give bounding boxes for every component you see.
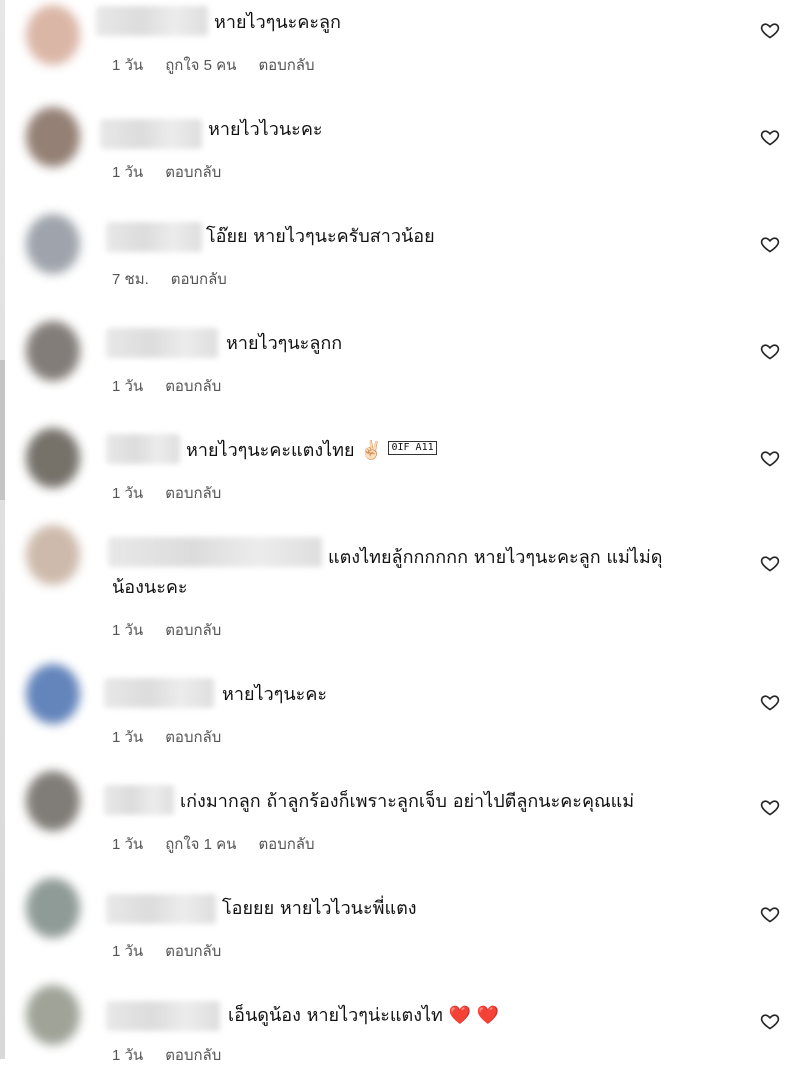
- reply-button[interactable]: ตอบกลับ: [165, 622, 221, 639]
- comment-meta: 1 วัน ตอบกลับ: [112, 1043, 243, 1067]
- comment-text: เก่งมากลูก ถ้าลูกร้องก็เพราะลูกเจ็บ อย่า…: [180, 791, 635, 812]
- username-redacted[interactable]: [100, 119, 202, 149]
- comment-meta: 1 วัน ตอบกลับ: [112, 939, 243, 963]
- timestamp: 1 วัน: [112, 836, 144, 853]
- missing-glyph-icon: 0IF A11: [388, 441, 437, 455]
- timestamp: 1 วัน: [112, 943, 144, 960]
- comment-text: โอ๊ยย หายไวๆนะครับสาวน้อย: [206, 226, 435, 247]
- comment-text: หายไวๆนะคะแตงไทย ✌🏻 0IF A11: [186, 436, 437, 466]
- timestamp: 1 วัน: [112, 729, 144, 746]
- comment-text: หายไวๆนะคะ: [222, 684, 328, 705]
- comment-text: โอยยย หายไวไวนะพี่แตง: [222, 898, 417, 919]
- heart-icon[interactable]: [760, 448, 780, 468]
- timestamp: 1 วัน: [112, 485, 144, 502]
- comment-text: หายไวๆนะคะลูก: [214, 12, 341, 33]
- comment-meta: 1 วัน ตอบกลับ: [112, 618, 243, 642]
- timestamp: 1 วัน: [112, 1047, 144, 1064]
- comment-text-continued: น้องนะคะ: [112, 577, 188, 598]
- reply-button[interactable]: ตอบกลับ: [258, 836, 314, 853]
- comment-meta: 1 วัน ตอบกลับ: [112, 481, 243, 505]
- comment-text: หายไวไวนะคะ: [208, 119, 323, 140]
- reply-button[interactable]: ตอบกลับ: [165, 1047, 221, 1064]
- username-redacted[interactable]: [104, 678, 214, 708]
- reply-button[interactable]: ตอบกลับ: [165, 378, 221, 395]
- avatar[interactable]: [26, 771, 80, 831]
- reply-button[interactable]: ตอบกลับ: [165, 164, 221, 181]
- comment-meta: 1 วัน ตอบกลับ: [112, 725, 243, 749]
- avatar[interactable]: [26, 664, 80, 724]
- comment-text-body: เอ็นดูน้อง หายไวๆน่ะแตงไท: [228, 1005, 443, 1026]
- avatar[interactable]: [26, 985, 80, 1045]
- avatar[interactable]: [26, 321, 80, 381]
- avatar[interactable]: [26, 214, 80, 274]
- comment-text: แตงไทยลู้กกกกกก หายไวๆนะคะลูก แม่ไม่ดุ: [328, 547, 663, 568]
- timestamp: 1 วัน: [112, 57, 144, 74]
- like-count[interactable]: ถูกใจ 5 คน: [165, 57, 236, 74]
- username-redacted[interactable]: [104, 785, 174, 815]
- heart-icon[interactable]: [760, 904, 780, 924]
- comment-text: เอ็นดูน้อง หายไวๆน่ะแตงไท ❤️ ❤️: [228, 1001, 499, 1031]
- avatar[interactable]: [26, 428, 80, 488]
- reply-button[interactable]: ตอบกลับ: [165, 943, 221, 960]
- comment-text-body: หายไวๆนะคะแตงไทย: [186, 440, 355, 461]
- heart-icon[interactable]: [760, 553, 780, 573]
- avatar[interactable]: [26, 5, 80, 65]
- like-count[interactable]: ถูกใจ 1 คน: [165, 836, 236, 853]
- reply-button[interactable]: ตอบกลับ: [165, 729, 221, 746]
- username-redacted[interactable]: [108, 537, 322, 567]
- scrollbar-thumb[interactable]: [0, 360, 5, 500]
- heart-icon[interactable]: [760, 127, 780, 147]
- scrollbar-track[interactable]: [0, 0, 5, 1059]
- avatar[interactable]: [26, 525, 80, 585]
- comment-meta: 1 วัน ถูกใจ 5 คน ตอบกลับ: [112, 53, 337, 77]
- comment-meta: 1 วัน ตอบกลับ: [112, 374, 243, 398]
- username-redacted[interactable]: [106, 1001, 220, 1031]
- heart-icon[interactable]: [760, 797, 780, 817]
- timestamp: 7 ชม.: [112, 271, 149, 288]
- username-redacted[interactable]: [106, 222, 202, 252]
- comment-meta: 7 ชม. ตอบกลับ: [112, 267, 249, 291]
- comment-meta: 1 วัน ตอบกลับ: [112, 160, 243, 184]
- username-redacted[interactable]: [106, 894, 216, 924]
- victory-hand-emoji-icon: ✌🏻: [360, 440, 383, 461]
- reply-button[interactable]: ตอบกลับ: [165, 485, 221, 502]
- username-redacted[interactable]: [96, 6, 208, 36]
- red-heart-icon: ❤️ ❤️: [448, 1005, 500, 1026]
- reply-button[interactable]: ตอบกลับ: [258, 57, 314, 74]
- username-redacted[interactable]: [106, 328, 218, 358]
- timestamp: 1 วัน: [112, 164, 144, 181]
- heart-icon[interactable]: [760, 1011, 780, 1031]
- heart-icon[interactable]: [760, 341, 780, 361]
- heart-icon[interactable]: [760, 692, 780, 712]
- timestamp: 1 วัน: [112, 378, 144, 395]
- comment-meta: 1 วัน ถูกใจ 1 คน ตอบกลับ: [112, 832, 337, 856]
- avatar[interactable]: [26, 878, 80, 938]
- avatar[interactable]: [26, 107, 80, 167]
- heart-icon[interactable]: [760, 20, 780, 40]
- timestamp: 1 วัน: [112, 622, 144, 639]
- username-redacted[interactable]: [106, 434, 180, 464]
- reply-button[interactable]: ตอบกลับ: [171, 271, 227, 288]
- heart-icon[interactable]: [760, 234, 780, 254]
- comment-text: หายไวๆนะลูกก: [226, 333, 343, 354]
